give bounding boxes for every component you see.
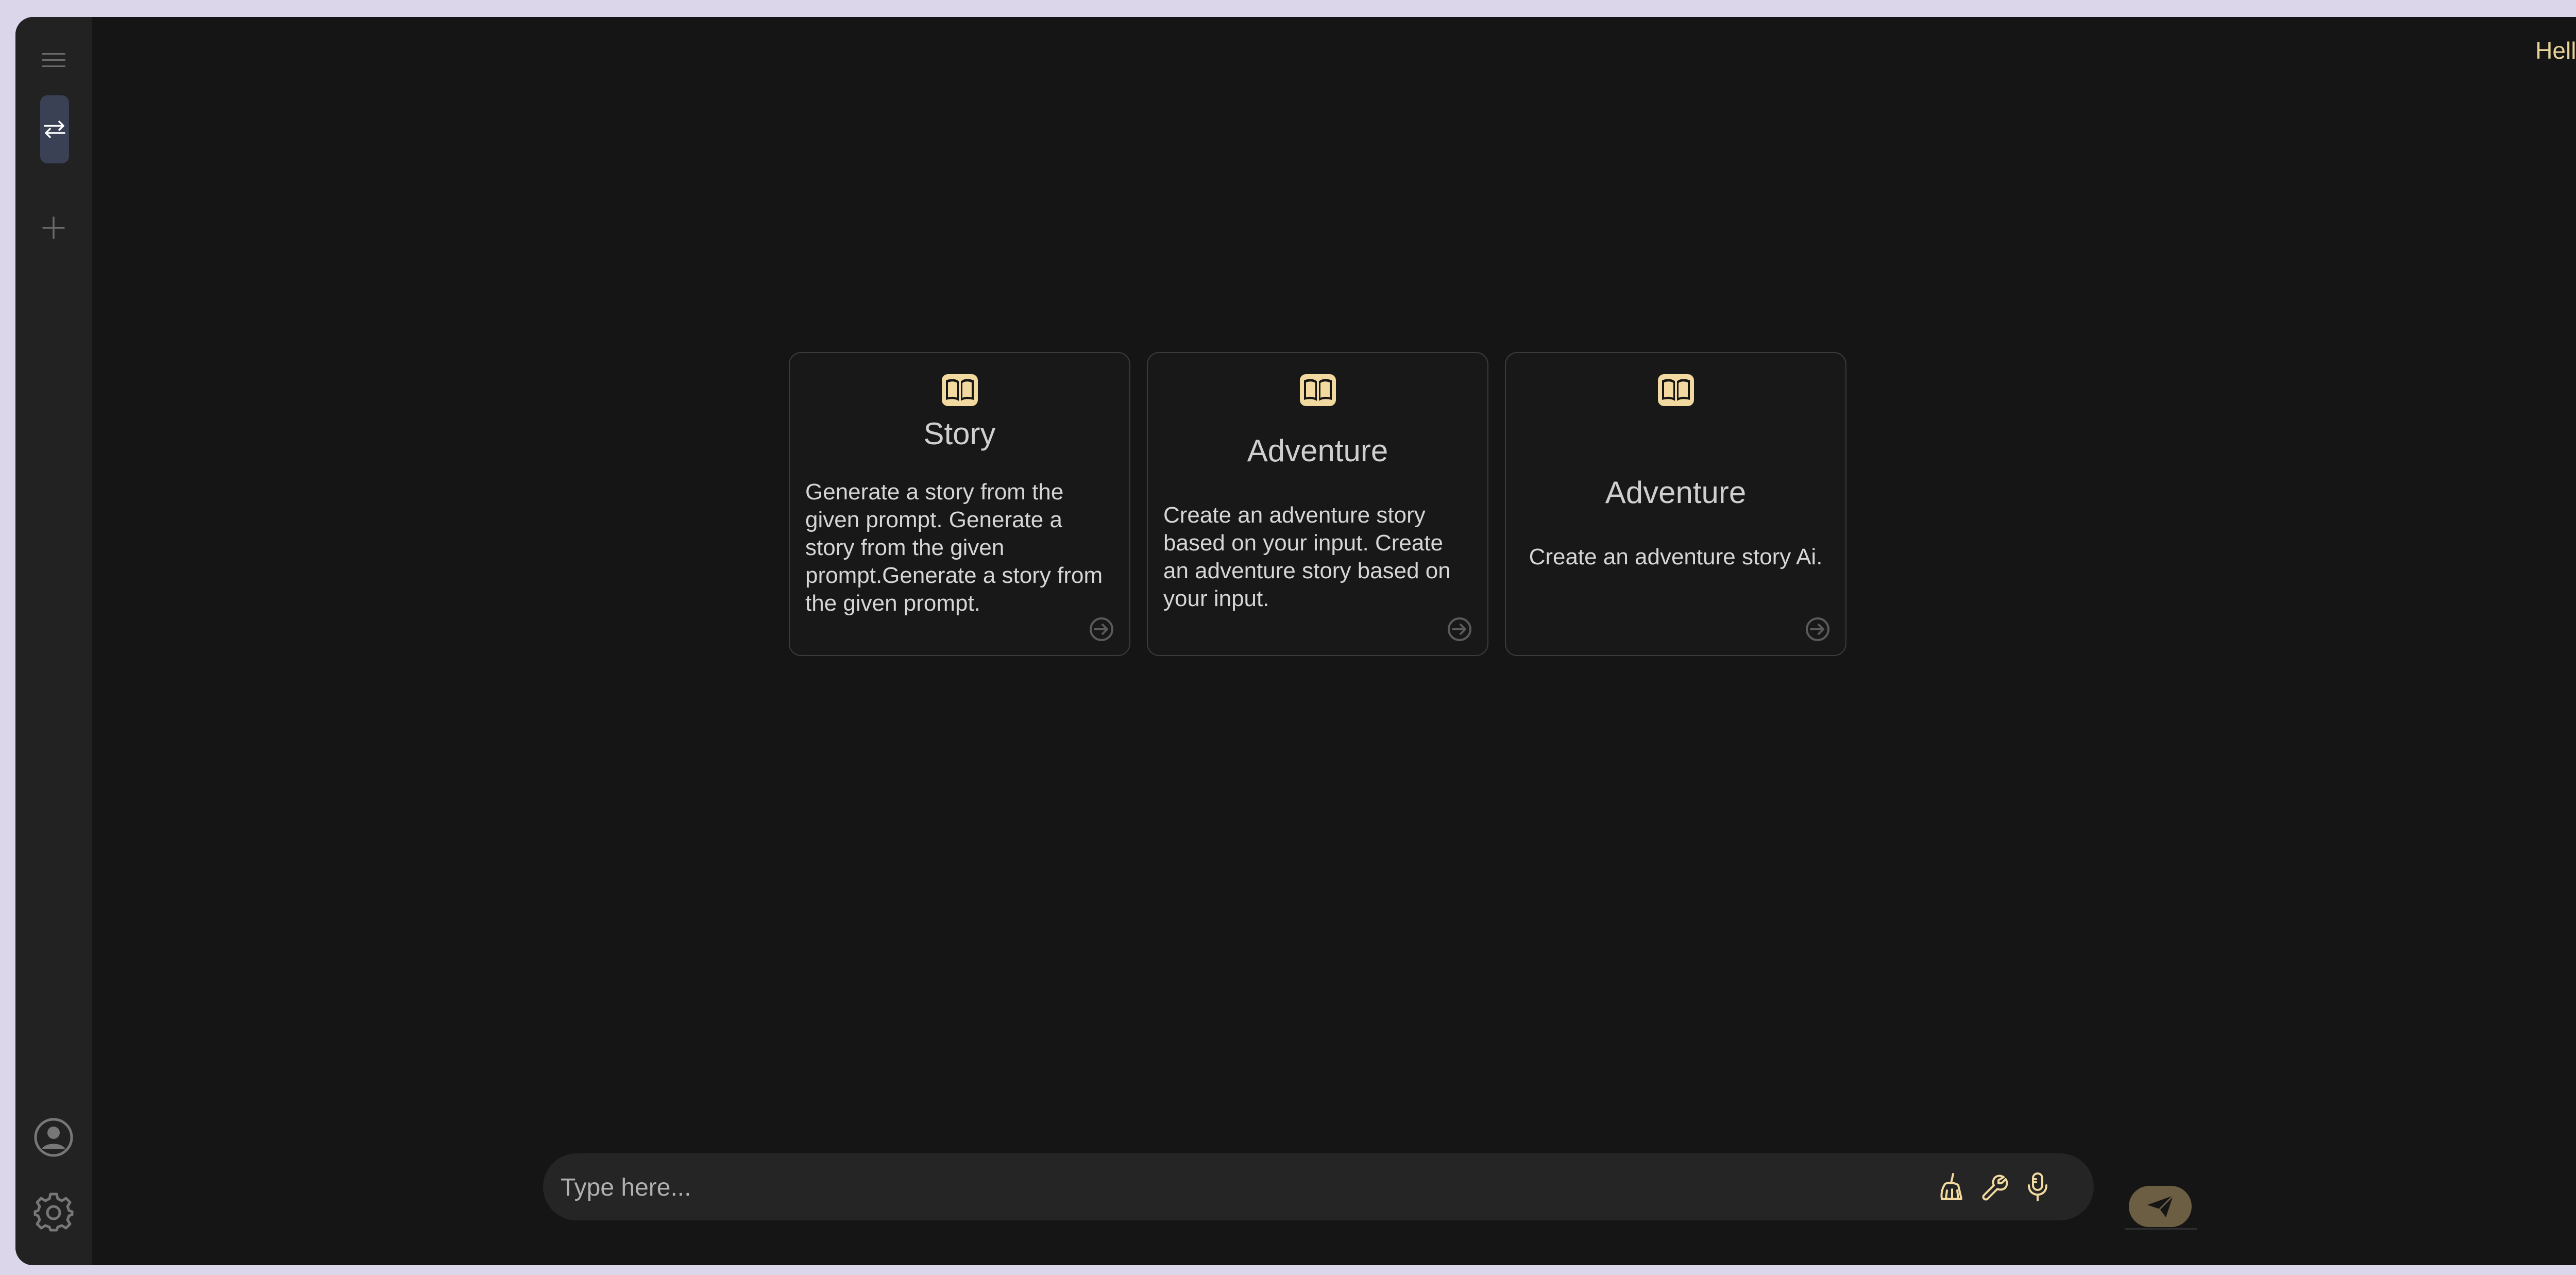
profile-button[interactable] (31, 1115, 76, 1160)
sidebar (15, 17, 92, 1265)
prompt-cards: Story Generate a story from the given pr… (789, 352, 1846, 656)
message-composer (543, 1153, 2094, 1221)
clear-button[interactable] (1935, 1170, 1968, 1203)
tools-button[interactable] (1978, 1170, 2011, 1203)
arrow-right-circle-icon (1806, 617, 1829, 641)
card-title: Adventure (1605, 475, 1747, 510)
card-title: Story (923, 416, 996, 451)
card-title: Adventure (1247, 433, 1388, 468)
microphone-icon (2028, 1172, 2047, 1201)
gear-icon (33, 1193, 74, 1232)
card-description: Generate a story from the given prompt. … (805, 479, 1103, 616)
arrow-right-circle-icon (1090, 617, 1113, 641)
broom-icon (1940, 1173, 1962, 1200)
open-book-icon (1655, 370, 1697, 411)
card-description: Create an adventure story based on your … (1163, 502, 1451, 611)
swap-arrows-icon (44, 121, 65, 138)
new-chat-button[interactable] (36, 210, 71, 245)
wrench-icon (1982, 1175, 2008, 1201)
greeting-text: Hello (2535, 37, 2576, 64)
arrow-right-circle-icon (1448, 617, 1471, 641)
message-input[interactable] (560, 1153, 1901, 1221)
prompt-card-adventure[interactable]: Adventure Create an adventure story base… (1147, 352, 1488, 656)
settings-button[interactable] (31, 1189, 76, 1234)
switch-mode-button[interactable] (40, 95, 69, 163)
open-book-icon (1297, 370, 1338, 411)
card-body: Story Generate a story from the given pr… (790, 411, 1129, 655)
plus-icon (42, 216, 65, 239)
send-button-underline (2125, 1228, 2197, 1230)
menu-button[interactable] (36, 43, 71, 78)
open-book-icon (939, 370, 980, 411)
send-button[interactable] (2129, 1186, 2192, 1227)
card-body: Adventure Create an adventure story Ai. (1506, 411, 1845, 655)
user-circle-icon (34, 1118, 73, 1157)
card-body: Adventure Create an adventure story base… (1148, 411, 1487, 655)
prompt-card-story[interactable]: Story Generate a story from the given pr… (789, 352, 1130, 656)
voice-input-button[interactable] (2021, 1170, 2054, 1203)
prompt-card-adventure-ai[interactable]: Adventure Create an adventure story Ai. (1505, 352, 1846, 656)
hamburger-menu-icon (42, 53, 65, 67)
card-description: Create an adventure story Ai. (1529, 544, 1823, 569)
app-window: Hello Story Generate a story from the gi… (15, 17, 2576, 1265)
paper-plane-icon (2147, 1195, 2174, 1217)
